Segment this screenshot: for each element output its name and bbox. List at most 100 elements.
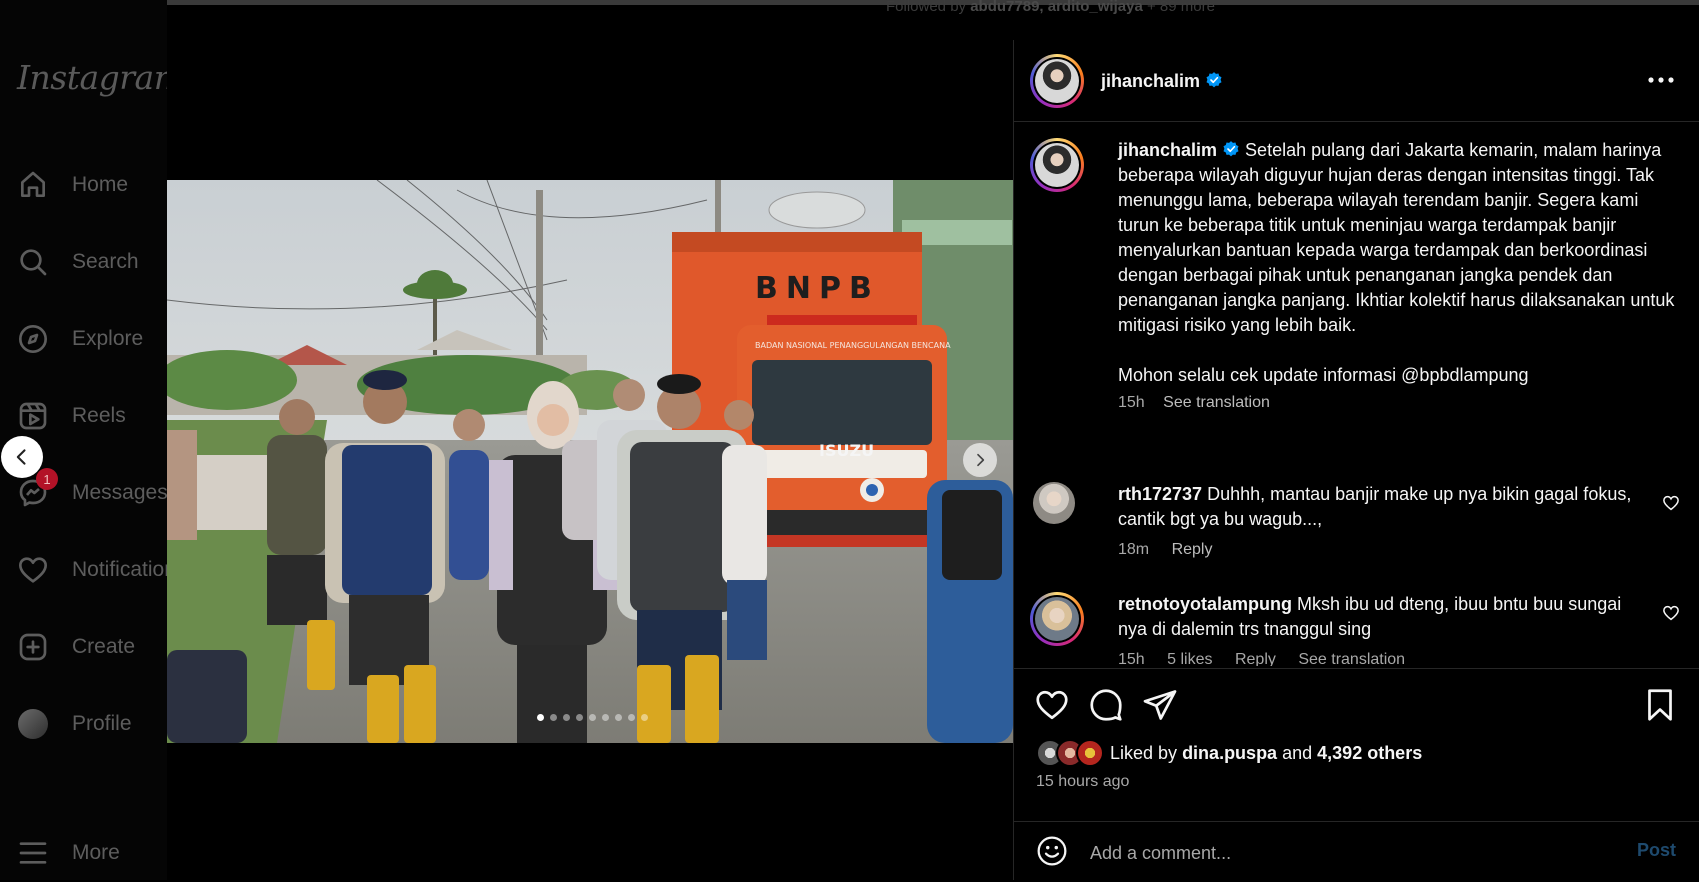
- comment-bubble-icon[interactable]: [1088, 687, 1124, 723]
- comment-meta: 15h 5 likes Reply See translation: [1118, 651, 1680, 666]
- reels-icon: [16, 399, 50, 433]
- search-icon: [16, 245, 50, 279]
- sidebar-item-label: Messages: [72, 481, 167, 504]
- post-caption: jihanchalim Setelah pulang dari Jakarta …: [1030, 138, 1680, 412]
- comment-input[interactable]: [1088, 838, 1572, 868]
- sidebar-item-search[interactable]: Search: [16, 242, 139, 282]
- likes-summary: Liked by dina.puspa and 4,392 others: [1036, 739, 1422, 767]
- followed-by-label: Followed by: [886, 0, 967, 15]
- comment-like-icon[interactable]: [1662, 604, 1680, 622]
- carousel-dot: [576, 714, 583, 721]
- carousel-dots: [537, 714, 648, 721]
- likes-and: and: [1282, 742, 1313, 763]
- instagram-logo[interactable]: Instagram: [17, 58, 167, 97]
- likes-others[interactable]: 4,392 others: [1317, 743, 1422, 763]
- verified-badge-icon: [1206, 72, 1222, 88]
- author-avatar[interactable]: [1030, 54, 1084, 108]
- caption-time: 15h: [1118, 394, 1145, 411]
- like-heart-icon[interactable]: [1034, 687, 1070, 723]
- likes-first-user[interactable]: dina.puspa: [1182, 743, 1277, 763]
- comment-username[interactable]: retnotoyotalampung: [1118, 594, 1292, 614]
- carousel-prev-button[interactable]: [1, 436, 43, 478]
- comment-body: rth172737 Duhhh, mantau banjir make up n…: [1118, 482, 1636, 532]
- post-actions: Liked by dina.puspa and 4,392 others 15 …: [1014, 668, 1699, 881]
- reply-button[interactable]: Reply: [1235, 651, 1276, 666]
- sidebar-item-profile[interactable]: Profile: [16, 704, 132, 744]
- likes-prefix: Liked by: [1110, 742, 1178, 763]
- comment-body: retnotoyotalampung Mksh ibu ud dteng, ib…: [1118, 592, 1636, 642]
- carousel-dot: [589, 714, 596, 721]
- comment-like-icon[interactable]: [1662, 494, 1680, 512]
- comment-meta: 18m Reply: [1118, 541, 1680, 559]
- avatar: [1076, 739, 1104, 767]
- caption-username-text: jihanchalim: [1118, 140, 1218, 160]
- sidebar-item-label: Home: [72, 173, 129, 196]
- bookmark-save-icon[interactable]: [1642, 687, 1678, 723]
- caption-username[interactable]: jihanchalim: [1118, 140, 1240, 160]
- carousel-dot: [563, 714, 570, 721]
- sidebar-item-label: Create: [72, 635, 136, 658]
- sidebar-item-label: Notifications: [72, 558, 167, 581]
- post-header: jihanchalim: [1014, 40, 1699, 122]
- truck-subtext: BADAN NASIONAL PENANGGULANGAN BENCANA: [755, 341, 951, 350]
- carousel-dot: [602, 714, 609, 721]
- avatar[interactable]: [1030, 592, 1084, 646]
- plus-square-icon: [16, 630, 50, 664]
- sidebar-item-explore[interactable]: Explore: [16, 319, 143, 359]
- carousel-dot: [615, 714, 622, 721]
- post-details-panel: jihanchalim jihanchalim Setelah pulang d…: [1013, 40, 1699, 881]
- author-username: jihanchalim: [1101, 71, 1201, 91]
- avatar: [16, 707, 50, 741]
- post-time: 15 hours ago: [1036, 773, 1130, 790]
- share-send-icon[interactable]: [1142, 687, 1178, 723]
- avatar[interactable]: [1033, 482, 1075, 524]
- comment-item: rth172737 Duhhh, mantau banjir make up n…: [1030, 482, 1680, 559]
- carousel-dot: [537, 714, 544, 721]
- comment-composer: Post: [1014, 821, 1699, 882]
- comment-time: 15h: [1118, 651, 1145, 666]
- sidebar-item-label: Profile: [72, 712, 132, 735]
- menu-icon: [16, 836, 50, 870]
- likes-text[interactable]: Liked by dina.puspa and 4,392 others: [1110, 743, 1422, 764]
- browser-top-strip: [0, 0, 1699, 5]
- author-username-link[interactable]: jihanchalim: [1101, 71, 1223, 92]
- carousel-dot: [628, 714, 635, 721]
- sidebar-item-label: More: [72, 841, 120, 864]
- compass-icon: [16, 322, 50, 356]
- reply-button[interactable]: Reply: [1172, 541, 1213, 558]
- sidebar-item-create[interactable]: Create: [16, 627, 135, 667]
- messages-badge: 1: [36, 468, 58, 490]
- sidebar-item-label: Search: [72, 250, 139, 273]
- caption-author-avatar[interactable]: [1030, 138, 1084, 192]
- sidebar-item-home[interactable]: Home: [16, 165, 128, 205]
- chevron-right-icon: [977, 453, 985, 467]
- chevron-left-icon: [16, 449, 26, 465]
- more-options-icon[interactable]: [1646, 68, 1676, 92]
- truck-text: BNPB: [755, 271, 880, 306]
- sidebar-item-more[interactable]: More: [16, 833, 120, 873]
- followed-by-users[interactable]: abdu7789, ardito_wijaya: [970, 0, 1143, 15]
- truck-brand: ISUZU: [819, 441, 874, 460]
- sidebar-item-messages[interactable]: 1 Messages: [16, 468, 167, 513]
- carousel-dot: [550, 714, 557, 721]
- followed-by-hint: Followed by abdu7789, ardito_wijaya + 89…: [886, 0, 1215, 15]
- see-translation-link[interactable]: See translation: [1163, 394, 1270, 411]
- emoji-icon[interactable]: [1036, 835, 1068, 867]
- caption-meta: 15h See translation: [1118, 394, 1680, 412]
- sidebar-item-notifications[interactable]: Notifications: [16, 550, 167, 590]
- messenger-icon: 1: [16, 468, 58, 510]
- caption-text: Setelah pulang dari Jakarta kemarin, mal…: [1118, 140, 1675, 385]
- sidebar-item-reels[interactable]: Reels: [16, 396, 126, 436]
- comment-likes[interactable]: 5 likes: [1167, 651, 1212, 666]
- post-comment-button[interactable]: Post: [1637, 840, 1676, 861]
- sidebar-item-label: Reels: [72, 404, 126, 427]
- carousel-next-button[interactable]: [963, 443, 997, 477]
- carousel-dot: [641, 714, 648, 721]
- see-translation-link[interactable]: See translation: [1298, 651, 1405, 666]
- comment-time: 18m: [1118, 541, 1150, 558]
- followed-by-more[interactable]: + 89 more: [1147, 0, 1215, 15]
- home-icon: [16, 168, 50, 202]
- comment-item: retnotoyotalampung Mksh ibu ud dteng, ib…: [1030, 592, 1680, 666]
- comment-username[interactable]: rth172737: [1118, 484, 1202, 504]
- post-photo[interactable]: BNPB BADAN NASIONAL PENANGGULANGAN BENCA…: [167, 180, 1013, 743]
